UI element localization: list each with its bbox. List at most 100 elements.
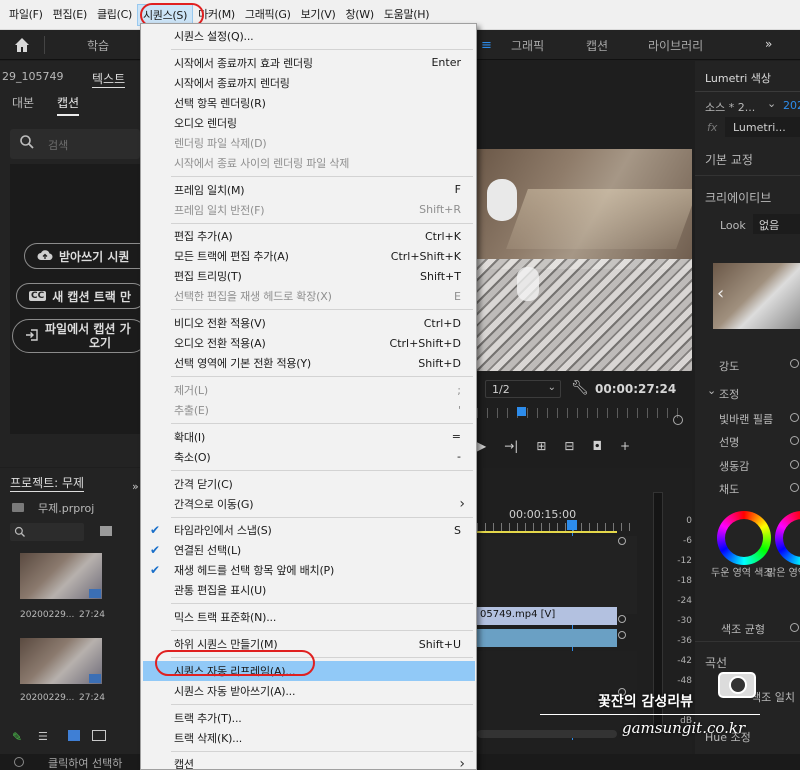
monitor-settings-icon[interactable]: [673, 415, 683, 425]
play-icon[interactable]: ▶: [477, 439, 486, 453]
menu-clip[interactable]: 클립(C): [92, 4, 137, 26]
watermark-url: gamsungit.co.kr: [622, 719, 746, 737]
slider-reset-icon[interactable]: [790, 413, 799, 422]
new-caption-track-button[interactable]: CC 새 캡션 트랙 만: [16, 283, 146, 309]
look-select[interactable]: 없음: [753, 214, 800, 234]
status-icon: [14, 757, 24, 767]
timeline-scrollbar[interactable]: [477, 730, 617, 738]
sequence-menu-item[interactable]: 시작에서 종료까지 효과 렌더링 Enter: [143, 53, 475, 73]
pencil-icon[interactable]: ✎: [12, 730, 22, 744]
curves-section[interactable]: 곡선: [705, 654, 727, 671]
sequence-menu-item[interactable]: 선택 영역에 기본 전환 적용(Y) Shift+D: [143, 353, 475, 373]
menu-file[interactable]: 파일(F): [4, 4, 48, 26]
tab-transcript[interactable]: 대본: [12, 94, 34, 111]
slider-reset-icon[interactable]: [790, 623, 799, 632]
sequence-menu-item[interactable]: ✔ 재생 헤드를 선택 항목 앞에 배치(P): [143, 560, 475, 580]
shadow-color-wheel[interactable]: [717, 511, 771, 565]
step-forward-icon[interactable]: →|: [504, 439, 518, 453]
project-search-input[interactable]: [10, 523, 84, 541]
sequence-menu-item[interactable]: 확대(I) =: [143, 427, 475, 447]
folder-icon: [12, 503, 24, 512]
sequence-menu-item[interactable]: 트랙 삭제(K)...: [143, 728, 475, 748]
lumetri-source-right[interactable]: 202: [783, 99, 800, 112]
add-button-icon[interactable]: +: [620, 439, 630, 453]
track-handle[interactable]: [618, 537, 626, 545]
playhead-icon[interactable]: [567, 520, 577, 530]
workspace-menu-icon[interactable]: ≡: [481, 38, 492, 53]
lumetri-source[interactable]: 소스 * 2...: [705, 99, 755, 115]
menu-item-label: 확대(I): [174, 430, 206, 444]
import-captions-button[interactable]: 파일에서 캡션 가 오기: [12, 319, 148, 353]
sequence-menu-item[interactable]: 오디오 전환 적용(A) Ctrl+Shift+D: [143, 333, 475, 353]
track-handle[interactable]: [618, 631, 626, 639]
monitor-scrub-bar[interactable]: [477, 408, 687, 418]
resolution-value: 1/2: [492, 383, 510, 396]
tab-captions-panel[interactable]: 캡션: [57, 94, 80, 116]
resolution-select[interactable]: 1/2 ⌄: [485, 380, 561, 398]
chevron-down-icon[interactable]: ⌄: [767, 97, 776, 110]
sequence-menu-item[interactable]: 간격으로 이동(G) ›: [143, 494, 475, 514]
project-clip-thumbnail[interactable]: [20, 638, 102, 684]
video-clip[interactable]: 05749.mp4 [V]: [477, 607, 617, 625]
sequence-menu-item[interactable]: 편집 트리밍(T) Shift+T: [143, 266, 475, 286]
intensity-reset-icon[interactable]: [790, 359, 799, 368]
sequence-menu-item[interactable]: 선택 항목 렌더링(R): [143, 93, 475, 113]
sequence-menu-item[interactable]: 시퀀스 설정(Q)...: [143, 26, 475, 46]
sequence-menu-item[interactable]: 오디오 렌더링: [143, 113, 475, 133]
menu-edit[interactable]: 편집(E): [48, 4, 92, 26]
highlight-color-wheel[interactable]: [775, 511, 800, 565]
basic-correction-section[interactable]: 기본 교정: [705, 151, 753, 168]
sequence-menu-item[interactable]: 시작에서 종료까지 렌더링: [143, 73, 475, 93]
more-workspaces-icon[interactable]: »: [765, 37, 772, 51]
sequence-menu-item[interactable]: 모든 트랙에 편집 추가(A) Ctrl+Shift+K: [143, 246, 475, 266]
menu-item-shortcut: Shift+R: [419, 203, 461, 217]
slider-reset-icon[interactable]: [790, 436, 799, 445]
export-frame-icon[interactable]: ◘: [592, 439, 602, 453]
tab-graphics[interactable]: 그래픽: [511, 37, 544, 54]
audio-clip[interactable]: [477, 629, 617, 647]
vibrance-label: 생동감: [719, 460, 750, 473]
home-icon[interactable]: [13, 36, 31, 54]
lift-icon[interactable]: ⊞: [536, 439, 546, 453]
creative-section[interactable]: 크리에이티브: [705, 189, 771, 206]
new-bin-icon[interactable]: [100, 526, 112, 536]
tab-captions[interactable]: 캡션: [586, 37, 608, 54]
playhead-marker[interactable]: [517, 407, 526, 416]
sequence-menu-item[interactable]: 프레임 일치(M) F: [143, 180, 475, 200]
wrench-icon[interactable]: 🔧︎: [571, 380, 589, 396]
work-area-bar: [477, 531, 617, 533]
sequence-menu-item[interactable]: 관통 편집을 표시(U): [143, 580, 475, 600]
chevron-down-icon[interactable]: ⌄: [707, 384, 716, 397]
freeform-view-icon[interactable]: [92, 730, 106, 741]
project-title[interactable]: 프로젝트: 무제: [10, 474, 85, 492]
clip-duration: 27:24: [79, 610, 105, 620]
text-panel-title[interactable]: 텍스트: [92, 70, 126, 88]
sequence-menu-item[interactable]: ✔ 연결된 선택(L): [143, 540, 475, 560]
sequence-menu-item[interactable]: 축소(O) -: [143, 447, 475, 467]
highlight-tint-label: 밝은 영역 색조: [767, 568, 800, 579]
sequence-menu-item[interactable]: 편집 추가(A) Ctrl+K: [143, 226, 475, 246]
tab-learn[interactable]: 학습: [87, 37, 109, 54]
sequence-menu-item[interactable]: 간격 닫기(C): [143, 474, 475, 494]
list-view-icon[interactable]: ☰: [38, 730, 48, 743]
slider-reset-icon[interactable]: [790, 460, 799, 469]
transcribe-sequence-button[interactable]: 받아쓰기 시퀀: [24, 243, 154, 269]
extract-icon[interactable]: ⊟: [564, 439, 574, 453]
effect-select[interactable]: Lumetri...: [725, 117, 800, 137]
lumetri-title[interactable]: Lumetri 색상: [705, 70, 771, 86]
sequence-menu-item[interactable]: 비디오 전환 적용(V) Ctrl+D: [143, 313, 475, 333]
sequence-menu-item[interactable]: 트랙 추가(T)...: [143, 708, 475, 728]
search-field[interactable]: 검색: [10, 129, 140, 159]
sequence-menu-item[interactable]: 시퀀스 자동 받아쓰기(A)...: [143, 681, 475, 701]
slider-reset-icon[interactable]: [790, 483, 799, 492]
sequence-menu-item[interactable]: 캡션 ›: [143, 754, 475, 770]
sequence-menu-item[interactable]: 믹스 트랙 표준화(N)...: [143, 607, 475, 627]
tab-libraries[interactable]: 라이브러리: [648, 37, 703, 54]
project-clip-thumbnail[interactable]: [20, 553, 102, 599]
adjust-section[interactable]: 조정: [719, 386, 739, 402]
sequence-menu-item[interactable]: ✔ 타임라인에서 스냅(S) S: [143, 520, 475, 540]
chevron-left-icon[interactable]: ‹: [717, 283, 724, 304]
track-handle[interactable]: [618, 615, 626, 623]
project-panel-more-icon[interactable]: »: [132, 480, 139, 493]
icon-view-icon[interactable]: [68, 730, 80, 741]
